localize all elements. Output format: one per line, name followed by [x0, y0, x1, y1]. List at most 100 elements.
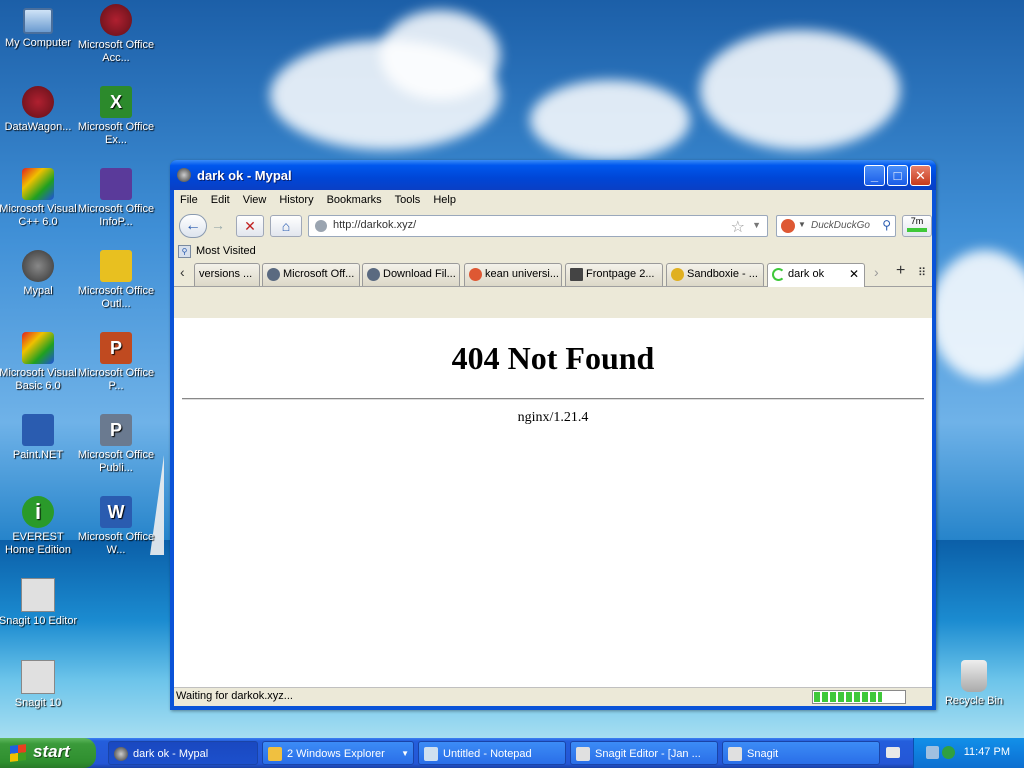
status-text: Waiting for darkok.xyz...: [176, 690, 293, 702]
snagit-icon: [728, 747, 742, 761]
keyboard-icon[interactable]: [886, 747, 900, 758]
desktop-icon-datawagon[interactable]: DataWagon...: [0, 86, 78, 134]
menu-tools[interactable]: Tools: [395, 194, 421, 206]
infopath-icon: [100, 168, 132, 200]
mypal-icon: [22, 250, 54, 282]
security-icon[interactable]: [942, 746, 955, 759]
taskbar-item-snagit-editor[interactable]: Snagit Editor - [Jan ...: [570, 741, 718, 765]
taskbar-item-notepad[interactable]: Untitled - Notepad: [418, 741, 566, 765]
taskbar-item-windows-explorer[interactable]: 2 Windows Explorer ▼: [262, 741, 414, 765]
maximize-button[interactable]: □: [887, 165, 908, 186]
minimize-button[interactable]: _: [864, 165, 885, 186]
taskbar-item-snagit[interactable]: Snagit: [722, 741, 880, 765]
status-bar: Waiting for darkok.xyz...: [174, 687, 932, 706]
taskbar-item-mypal[interactable]: dark ok - Mypal: [108, 741, 258, 765]
url-text[interactable]: http://darkok.xyz/: [333, 219, 416, 231]
menu-view[interactable]: View: [243, 194, 267, 206]
wallpaper-cloud: [930, 250, 1024, 380]
everest-icon: i: [22, 496, 54, 528]
desktop-icon-paintnet[interactable]: Paint.NET: [0, 414, 78, 462]
duckduckgo-icon: [469, 268, 482, 281]
bookmarks-toolbar: ⚲ Most Visited: [174, 242, 932, 260]
close-button[interactable]: ✕: [910, 165, 931, 186]
close-tab-icon[interactable]: ✕: [849, 264, 859, 285]
url-bar[interactable]: http://darkok.xyz/ ☆ ▼: [308, 215, 768, 237]
paintnet-icon: [22, 414, 54, 446]
globe-icon: [315, 220, 327, 232]
tab-download-files[interactable]: Download Fil...: [362, 263, 460, 286]
powerpoint-icon: P: [100, 332, 132, 364]
desktop-icon-recycle-bin[interactable]: Recycle Bin: [934, 660, 1014, 708]
page-heading: 404 Not Found: [451, 340, 655, 376]
wallpaper-cloud: [530, 80, 690, 160]
desktop-icon-visual-cpp[interactable]: Microsoft Visual C++ 6.0: [0, 168, 78, 229]
url-dropdown-icon[interactable]: ▼: [752, 220, 761, 230]
search-placeholder: DuckDuckGo: [811, 220, 870, 231]
group-dropdown-icon[interactable]: ▼: [401, 742, 409, 764]
downloads-button[interactable]: 7m: [902, 215, 932, 237]
tab-microsoft-office[interactable]: Microsoft Off...: [262, 263, 360, 286]
stop-button[interactable]: ✕: [236, 215, 264, 237]
desktop-icon-excel[interactable]: X Microsoft Office Ex...: [76, 86, 156, 147]
menu-history[interactable]: History: [279, 194, 313, 206]
home-button[interactable]: ⌂: [270, 215, 302, 237]
menu-edit[interactable]: Edit: [211, 194, 230, 206]
browser-window: dark ok - Mypal _ □ ✕ File Edit View His…: [170, 160, 936, 710]
snagit-icon: [21, 660, 55, 694]
back-arrow-icon: ←: [185, 217, 201, 234]
desktop-icon-outlook[interactable]: Microsoft Office Outl...: [76, 250, 156, 311]
bookmark-most-visited[interactable]: Most Visited: [196, 245, 256, 257]
menu-help[interactable]: Help: [433, 194, 456, 206]
desktop-icon-word[interactable]: W Microsoft Office W...: [76, 496, 156, 557]
most-visited-icon: ⚲: [178, 244, 191, 258]
desktop-icon-visual-basic[interactable]: Microsoft Visual Basic 6.0: [0, 332, 78, 393]
desktop-icon-snagit[interactable]: Snagit 10: [0, 660, 78, 710]
outlook-icon: [100, 250, 132, 282]
forward-button[interactable]: →: [207, 215, 229, 237]
desktop-icon-my-computer[interactable]: My Computer: [0, 4, 78, 50]
tab-scroll-right-icon[interactable]: ›: [874, 264, 879, 280]
stop-icon: ✕: [244, 218, 256, 234]
desktop-icon-publisher[interactable]: P Microsoft Office Publi...: [76, 414, 156, 475]
bookmark-star-icon[interactable]: ☆: [731, 217, 745, 237]
duckduckgo-icon[interactable]: [781, 219, 795, 233]
desktop-icon-snagit-editor[interactable]: Snagit 10 Editor: [0, 578, 78, 628]
wallpaper-cloud: [380, 10, 500, 100]
wordpress-icon: [367, 268, 380, 281]
tab-list-icon[interactable]: ⠿: [918, 266, 926, 279]
tab-frontpage[interactable]: Frontpage 2...: [565, 263, 663, 286]
start-button[interactable]: start: [0, 738, 96, 768]
clock[interactable]: 11:47 PM: [964, 746, 1010, 758]
search-icon[interactable]: ⚲: [882, 218, 891, 232]
windows-logo-icon: [10, 744, 26, 762]
visual-basic-icon: [22, 332, 54, 364]
search-bar[interactable]: ▼ DuckDuckGo ⚲: [776, 215, 896, 237]
building-icon: [570, 268, 583, 281]
wallpaper-cloud: [700, 30, 900, 150]
tab-kean-university[interactable]: kean universi...: [464, 263, 562, 286]
new-tab-icon[interactable]: +: [896, 262, 905, 280]
tab-dark-ok[interactable]: dark ok ✕: [767, 263, 865, 287]
computer-icon: [23, 8, 53, 34]
desktop-icon-powerpoint[interactable]: P Microsoft Office P...: [76, 332, 156, 393]
menu-bookmarks[interactable]: Bookmarks: [327, 194, 382, 206]
desktop-icon-infopath[interactable]: Microsoft Office InfoP...: [76, 168, 156, 229]
back-button[interactable]: ←: [179, 214, 207, 238]
window-titlebar[interactable]: dark ok - Mypal _ □ ✕: [170, 160, 936, 190]
desktop-icon-mypal[interactable]: Mypal: [0, 250, 78, 298]
snagit-editor-icon: [21, 578, 55, 612]
recycle-bin-icon: [961, 660, 987, 692]
tab-versions[interactable]: versions ...: [194, 263, 260, 286]
search-engine-dropdown-icon[interactable]: ▼: [798, 220, 806, 229]
network-icon[interactable]: [926, 746, 939, 759]
desktop-icon-access[interactable]: Microsoft Office Acc...: [76, 4, 156, 65]
forward-arrow-icon: →: [211, 217, 225, 233]
navigation-toolbar: ← → ✕ ⌂ http://darkok.xyz/ ☆ ▼ ▼ DuckDuc…: [174, 210, 932, 242]
tab-scroll-left-icon[interactable]: ‹: [180, 264, 185, 280]
menu-file[interactable]: File: [180, 194, 198, 206]
excel-icon: X: [100, 86, 132, 118]
tab-sandboxie[interactable]: Sandboxie - ...: [666, 263, 764, 286]
snagit-editor-icon: [576, 747, 590, 761]
mypal-icon: [114, 747, 128, 761]
desktop-icon-everest[interactable]: i EVEREST Home Edition: [0, 496, 78, 557]
